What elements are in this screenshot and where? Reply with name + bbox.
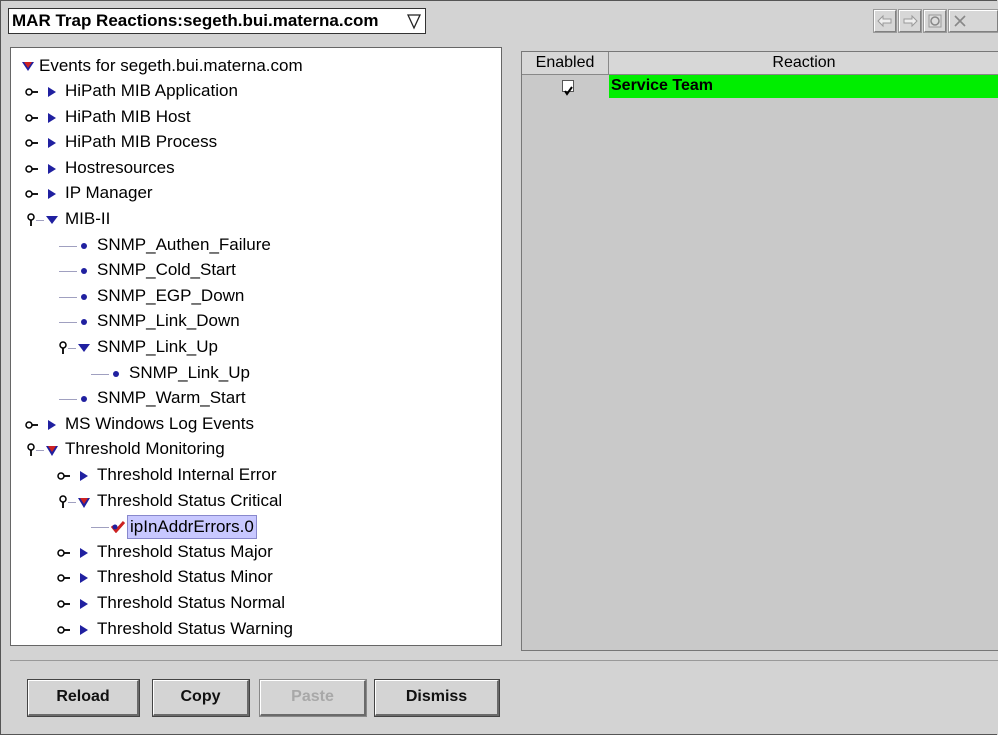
collapsed-key-icon xyxy=(57,600,70,608)
collapsed-arrow-icon xyxy=(48,420,56,430)
tree-node-label: SNMP_Link_Up xyxy=(97,337,218,356)
collapsed-key-icon xyxy=(57,549,70,557)
expanded-key-icon xyxy=(59,495,67,508)
column-header-enabled[interactable]: Enabled xyxy=(522,52,609,75)
leaf-bullet-icon xyxy=(113,371,119,377)
event-tree[interactable]: Events for segeth.bui.materna.com HiPath… xyxy=(10,47,502,646)
collapsed-arrow-icon xyxy=(80,625,88,635)
tree-node-label: HiPath MIB Process xyxy=(65,132,218,151)
tree-node-label: SNMP_Link_Up xyxy=(129,363,250,382)
tree-node-label: Threshold Status Normal xyxy=(97,593,286,612)
copy-button[interactable]: Copy xyxy=(152,679,250,717)
tree-node-label: SNMP_Warm_Start xyxy=(97,388,246,407)
tree-node-label: Threshold Status Major xyxy=(97,542,273,561)
paste-button[interactable]: Paste xyxy=(259,679,367,717)
collapsed-arrow-icon xyxy=(80,548,88,558)
back-button[interactable] xyxy=(873,9,897,33)
collapsed-arrow-icon xyxy=(80,573,88,583)
expanded-arrow-icon xyxy=(46,216,58,224)
reaction-table[interactable]: Enabled Reaction Service Team xyxy=(521,51,998,651)
dropdown-arrow-icon xyxy=(407,14,421,30)
forward-button[interactable] xyxy=(898,9,922,33)
reaction-cell[interactable]: Service Team xyxy=(609,75,998,98)
tree-node-label: Threshold Monitoring xyxy=(65,439,225,458)
collapsed-arrow-icon xyxy=(48,164,56,174)
tree-node-label: SNMP_EGP_Down xyxy=(97,286,245,305)
tree-node-label: Threshold Status Critical xyxy=(97,491,283,510)
leaf-bullet-icon xyxy=(81,319,87,325)
tree-node-label: Hostresources xyxy=(65,158,175,177)
dismiss-button[interactable]: Dismiss xyxy=(374,679,500,717)
enabled-checkbox[interactable] xyxy=(562,80,574,96)
leaf-bullet-icon xyxy=(81,268,87,274)
back-arrow-icon xyxy=(877,14,892,28)
close-icon xyxy=(954,15,966,27)
tree-root[interactable]: Events for segeth.bui.materna.com xyxy=(21,54,305,78)
alert-expanded-icon xyxy=(78,498,90,508)
collapsed-arrow-icon xyxy=(80,471,88,481)
tree-node-label: HiPath MIB Application xyxy=(65,81,238,100)
tree-node-label: SNMP_Cold_Start xyxy=(97,260,236,279)
enabled-cell[interactable] xyxy=(522,75,609,98)
collapsed-arrow-icon xyxy=(48,189,56,199)
title-dropdown[interactable]: MAR Trap Reactions:segeth.bui.materna.co… xyxy=(8,8,426,34)
tree-node-label: IP Manager xyxy=(65,183,153,202)
expanded-key-icon xyxy=(59,341,67,354)
leaf-bullet-icon xyxy=(81,243,87,249)
tree-node-label: Threshold Internal Error xyxy=(97,465,277,484)
collapsed-key-icon xyxy=(57,574,70,582)
tree-node-label: Threshold Status Warning xyxy=(97,619,293,638)
close-button[interactable] xyxy=(948,9,998,33)
window-title: MAR Trap Reactions:segeth.bui.materna.co… xyxy=(12,11,379,30)
leaf-bullet-icon xyxy=(81,396,87,402)
column-header-reaction[interactable]: Reaction xyxy=(609,52,998,75)
collapsed-arrow-icon xyxy=(48,87,56,97)
tree-node-label: MIB-II xyxy=(65,209,111,228)
collapsed-arrow-icon xyxy=(80,599,88,609)
expanded-arrow-icon xyxy=(78,344,90,352)
divider xyxy=(10,660,998,661)
forward-arrow-icon xyxy=(903,14,918,28)
collapsed-key-icon xyxy=(25,114,38,122)
alert-expanded-icon xyxy=(46,446,58,456)
tree-node-label: ipInAddrErrors.0 xyxy=(127,515,257,539)
tree-node-label: HiPath MIB Host xyxy=(65,107,191,126)
collapsed-key-icon xyxy=(25,421,38,429)
expanded-key-icon xyxy=(27,443,35,456)
tree-node-label: SNMP_Authen_Failure xyxy=(97,235,271,254)
folder-expanded-icon xyxy=(22,62,34,71)
collapsed-arrow-icon xyxy=(48,113,56,123)
collapsed-key-icon xyxy=(25,88,38,96)
reload-button[interactable]: Reload xyxy=(27,679,140,717)
collapsed-key-icon xyxy=(25,165,38,173)
collapsed-key-icon xyxy=(57,472,70,480)
collapsed-key-icon xyxy=(25,190,38,198)
collapsed-key-icon xyxy=(25,139,38,147)
tree-node-label: Threshold Status Minor xyxy=(97,567,273,586)
collapsed-key-icon xyxy=(57,626,70,634)
refresh-button[interactable] xyxy=(923,9,947,33)
tree-node-label: MS Windows Log Events xyxy=(65,414,254,433)
error-marker-icon xyxy=(111,521,125,533)
checkmark-icon xyxy=(564,86,573,96)
refresh-icon xyxy=(928,14,942,28)
tree-node-label: SNMP_Link_Down xyxy=(97,311,240,330)
expanded-key-icon xyxy=(27,213,35,226)
leaf-bullet-icon xyxy=(81,294,87,300)
collapsed-arrow-icon xyxy=(48,138,56,148)
